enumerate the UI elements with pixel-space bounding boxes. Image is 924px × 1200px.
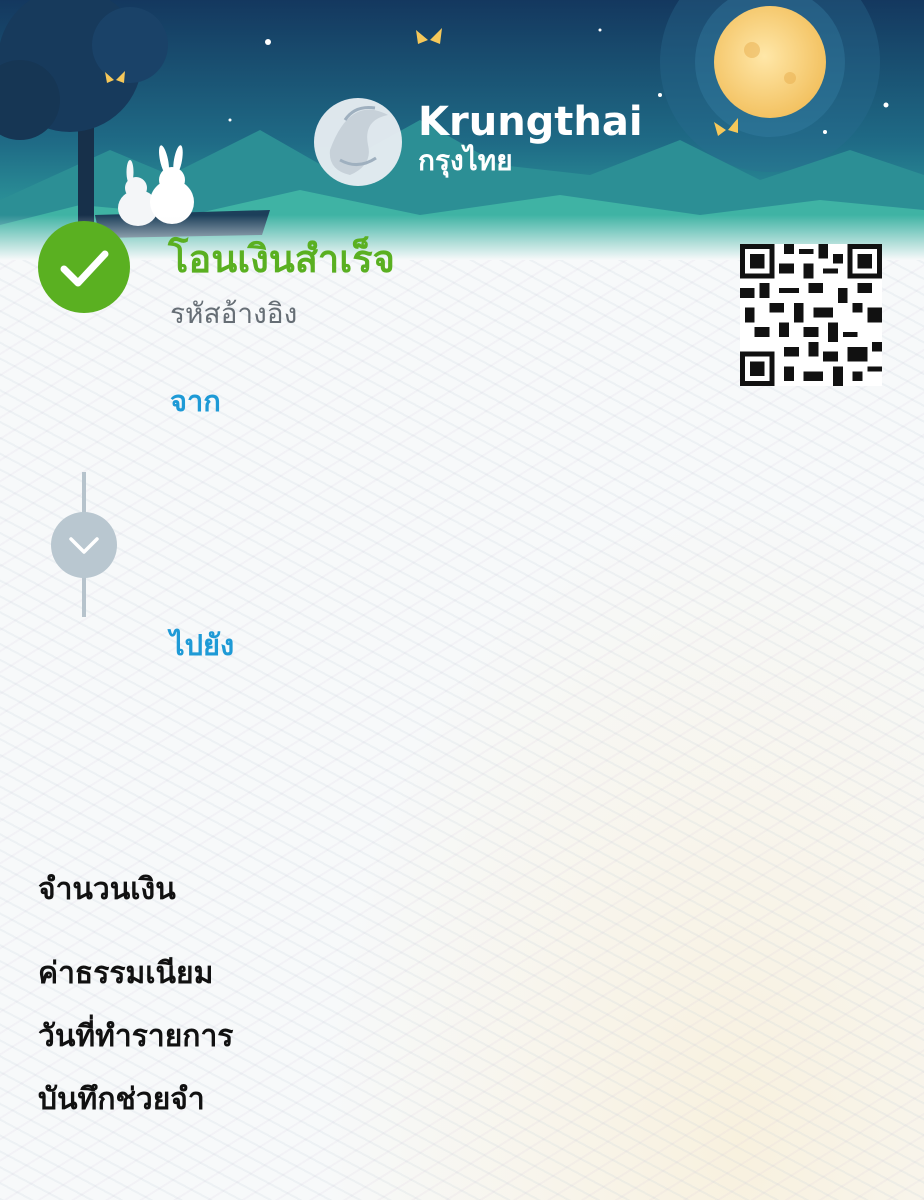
transaction-date-label: วันที่ทำรายการ	[38, 1019, 234, 1054]
reference-number-label: รหัสอ้างอิง	[170, 297, 298, 330]
moon-icon	[714, 6, 826, 118]
amount-label: จำนวนเงิน	[38, 872, 176, 907]
transfer-direction-connector	[51, 472, 117, 617]
brand-name-en: Krungthai	[418, 99, 643, 145]
krungthai-logo-icon	[314, 98, 402, 186]
header-banner: Krungthai กรุงไทย	[0, 0, 924, 260]
from-account-label: จาก	[170, 384, 221, 418]
brand-name-th: กรุงไทย	[418, 144, 513, 177]
check-circle-icon	[38, 221, 130, 313]
qr-code-icon[interactable]	[740, 244, 882, 386]
to-account-label: ไปยัง	[170, 628, 235, 662]
transfer-success-title: โอนเงินสำเร็จ	[168, 237, 395, 281]
fee-label: ค่าธรรมเนียม	[38, 956, 214, 991]
brand-logo: Krungthai กรุงไทย	[418, 100, 643, 178]
memo-label: บันทึกช่วยจำ	[38, 1082, 205, 1117]
